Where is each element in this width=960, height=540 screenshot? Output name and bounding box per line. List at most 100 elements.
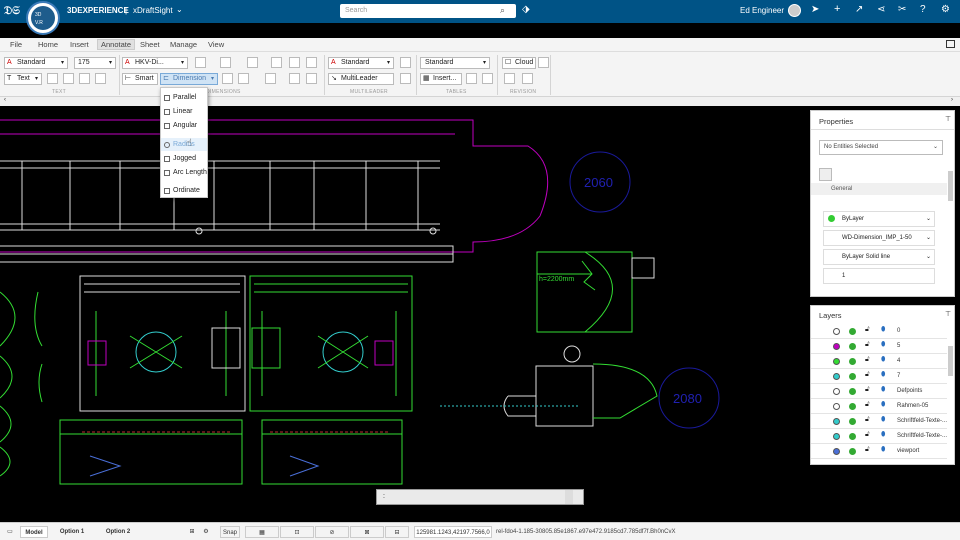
layer-color-icon[interactable] [833, 433, 840, 440]
lock-icon[interactable]: 🔓︎ [865, 446, 870, 454]
layer-on-icon[interactable] [849, 418, 856, 425]
layer-color-icon[interactable] [833, 358, 840, 365]
text-style-icon[interactable] [47, 73, 58, 84]
layer-row[interactable]: 🔓︎ ⬮ viewport [811, 444, 947, 459]
layer-color-icon[interactable] [833, 448, 840, 455]
lock-icon[interactable]: 🔓︎ [865, 386, 870, 394]
lock-icon[interactable]: 🔓︎ [865, 326, 870, 334]
layer-color-icon[interactable] [833, 373, 840, 380]
lock-icon[interactable]: 🔓︎ [865, 356, 870, 364]
pin-icon[interactable]: ⊤ [945, 115, 951, 123]
layer-on-icon[interactable] [849, 433, 856, 440]
layer-row[interactable]: 🔓︎ ⬮ Defpoints [811, 384, 947, 399]
esnap-toggle[interactable]: ⊠ [350, 526, 384, 538]
tab-model[interactable]: Model [20, 526, 48, 538]
menu-view[interactable]: View [208, 40, 224, 49]
settings-icon[interactable]: ⚙ [941, 4, 950, 15]
layer-on-icon[interactable] [849, 328, 856, 335]
layer-color-icon[interactable] [833, 343, 840, 350]
lock-icon[interactable]: 🔓︎ [865, 371, 870, 379]
menu-item-ordinate[interactable]: Ordinate [161, 184, 207, 197]
room-number-2060[interactable]: 2060 [584, 175, 613, 190]
ml-icon-2[interactable] [400, 73, 411, 84]
layer-color-icon[interactable] [833, 328, 840, 335]
snap-toggle[interactable]: Snap [220, 526, 240, 538]
layer-on-icon[interactable] [849, 358, 856, 365]
text-edit-icon[interactable] [63, 73, 74, 84]
text-button[interactable]: T Text ▾ [4, 73, 42, 85]
dim-style-select[interactable]: A HKV-Di... ▾ [122, 57, 188, 69]
chevron-down-icon[interactable]: ⌄ [176, 5, 183, 14]
menu-manage[interactable]: Manage [170, 40, 197, 49]
layer-on-icon[interactable] [849, 403, 856, 410]
layer-row[interactable]: 🔓︎ ⬮ 0 [811, 324, 947, 339]
layer-row[interactable]: 🔓︎ ⬮ Schriftfeld-Texte-... [811, 414, 947, 429]
tab-option-1[interactable]: Option 1 [52, 526, 92, 538]
layer-property[interactable]: WD-Dimension_IMP_1-50 ⌄ [823, 230, 935, 246]
dim-icon-7[interactable] [222, 73, 233, 84]
layer-on-icon[interactable] [849, 448, 856, 455]
menu-file[interactable]: File [10, 40, 22, 49]
text-scale-icon[interactable] [95, 73, 106, 84]
layout-settings-icon[interactable]: ⚙ [200, 526, 212, 538]
command-line[interactable]: : [376, 489, 584, 505]
print-icon[interactable]: ⬮ [881, 371, 885, 379]
revision-icon-2[interactable] [522, 73, 533, 84]
layer-row[interactable]: 🔓︎ ⬮ 7 [811, 369, 947, 384]
layer-on-icon[interactable] [849, 343, 856, 350]
lock-icon[interactable]: 🔓︎ [865, 341, 870, 349]
search-input[interactable]: Search ⌕ [340, 4, 516, 18]
menu-annotate[interactable]: Annotate [97, 39, 136, 50]
revision-icon-1[interactable] [504, 73, 515, 84]
dim-icon-10[interactable] [289, 73, 300, 84]
layer-color-icon[interactable] [833, 403, 840, 410]
dim-icon-3[interactable] [247, 57, 258, 68]
menu-item-radius[interactable]: Radius [161, 138, 207, 151]
layer-color-icon[interactable] [833, 418, 840, 425]
tools-icon[interactable]: ✂ [898, 4, 906, 15]
color-property[interactable]: ByLayer ⌄ [823, 211, 935, 227]
layer-color-icon[interactable] [833, 388, 840, 395]
menu-item-parallel[interactable]: Parallel [161, 91, 207, 104]
dim-icon-4[interactable] [271, 57, 282, 68]
user-name[interactable]: Ed Engineer [740, 6, 784, 15]
tab-option-2[interactable]: Option 2 [98, 526, 138, 538]
ortho-toggle[interactable]: ⊡ [280, 526, 314, 538]
menu-item-linear[interactable]: Linear [161, 105, 207, 118]
smart-dimension-button[interactable]: ⊢ Smart [122, 73, 158, 85]
multileader-style-select[interactable]: A Standard ▾ [328, 57, 394, 69]
ml-icon-1[interactable] [400, 57, 411, 68]
lock-icon[interactable]: 🔓︎ [865, 431, 870, 439]
room-number-2080[interactable]: 2080 [673, 391, 702, 406]
dimension-button[interactable]: ⊏ Dimension ▾ [160, 73, 218, 85]
forward-icon[interactable]: ↗ [855, 4, 863, 15]
print-icon[interactable]: ⬮ [881, 401, 885, 409]
linescale-property[interactable]: 1 [823, 268, 935, 284]
dim-icon-11[interactable] [306, 73, 317, 84]
print-icon[interactable]: ⬮ [881, 341, 885, 349]
menu-item-jogged[interactable]: Jogged [161, 152, 207, 165]
multileader-button[interactable]: ↘ MultiLeader [328, 73, 394, 85]
app-name[interactable]: xDraftSight [133, 6, 173, 15]
share-icon[interactable]: ➤ [811, 4, 819, 15]
insert-table-button[interactable]: ▦ Insert... [420, 73, 462, 85]
compass-icon[interactable]: 3D V.R [26, 1, 60, 35]
add-layout-icon[interactable]: ⊞ [186, 526, 198, 538]
menu-item-angular[interactable]: Angular [161, 119, 207, 132]
layout-icon[interactable]: ▭ [4, 526, 16, 538]
search-icon[interactable]: ⌕ [500, 5, 505, 16]
tag-icon[interactable]: ⬗ [522, 4, 530, 15]
table-icon-3[interactable] [482, 73, 493, 84]
help-icon[interactable]: ? [920, 4, 926, 15]
layer-row[interactable]: 🔓︎ ⬮ 4 [811, 354, 947, 369]
dim-icon-6[interactable] [306, 57, 317, 68]
text-style-select[interactable]: A Standard ▾ [4, 57, 68, 69]
etrack-toggle[interactable]: ⊟ [385, 526, 409, 538]
dim-icon-5[interactable] [289, 57, 300, 68]
cloud-button[interactable]: ☐ Cloud [502, 57, 536, 69]
general-section-header[interactable]: General [811, 183, 947, 195]
dim-icon-2[interactable] [220, 57, 231, 68]
menu-sheet[interactable]: Sheet [140, 40, 160, 49]
layers-scrollbar[interactable] [948, 346, 953, 376]
avatar[interactable] [788, 4, 801, 17]
